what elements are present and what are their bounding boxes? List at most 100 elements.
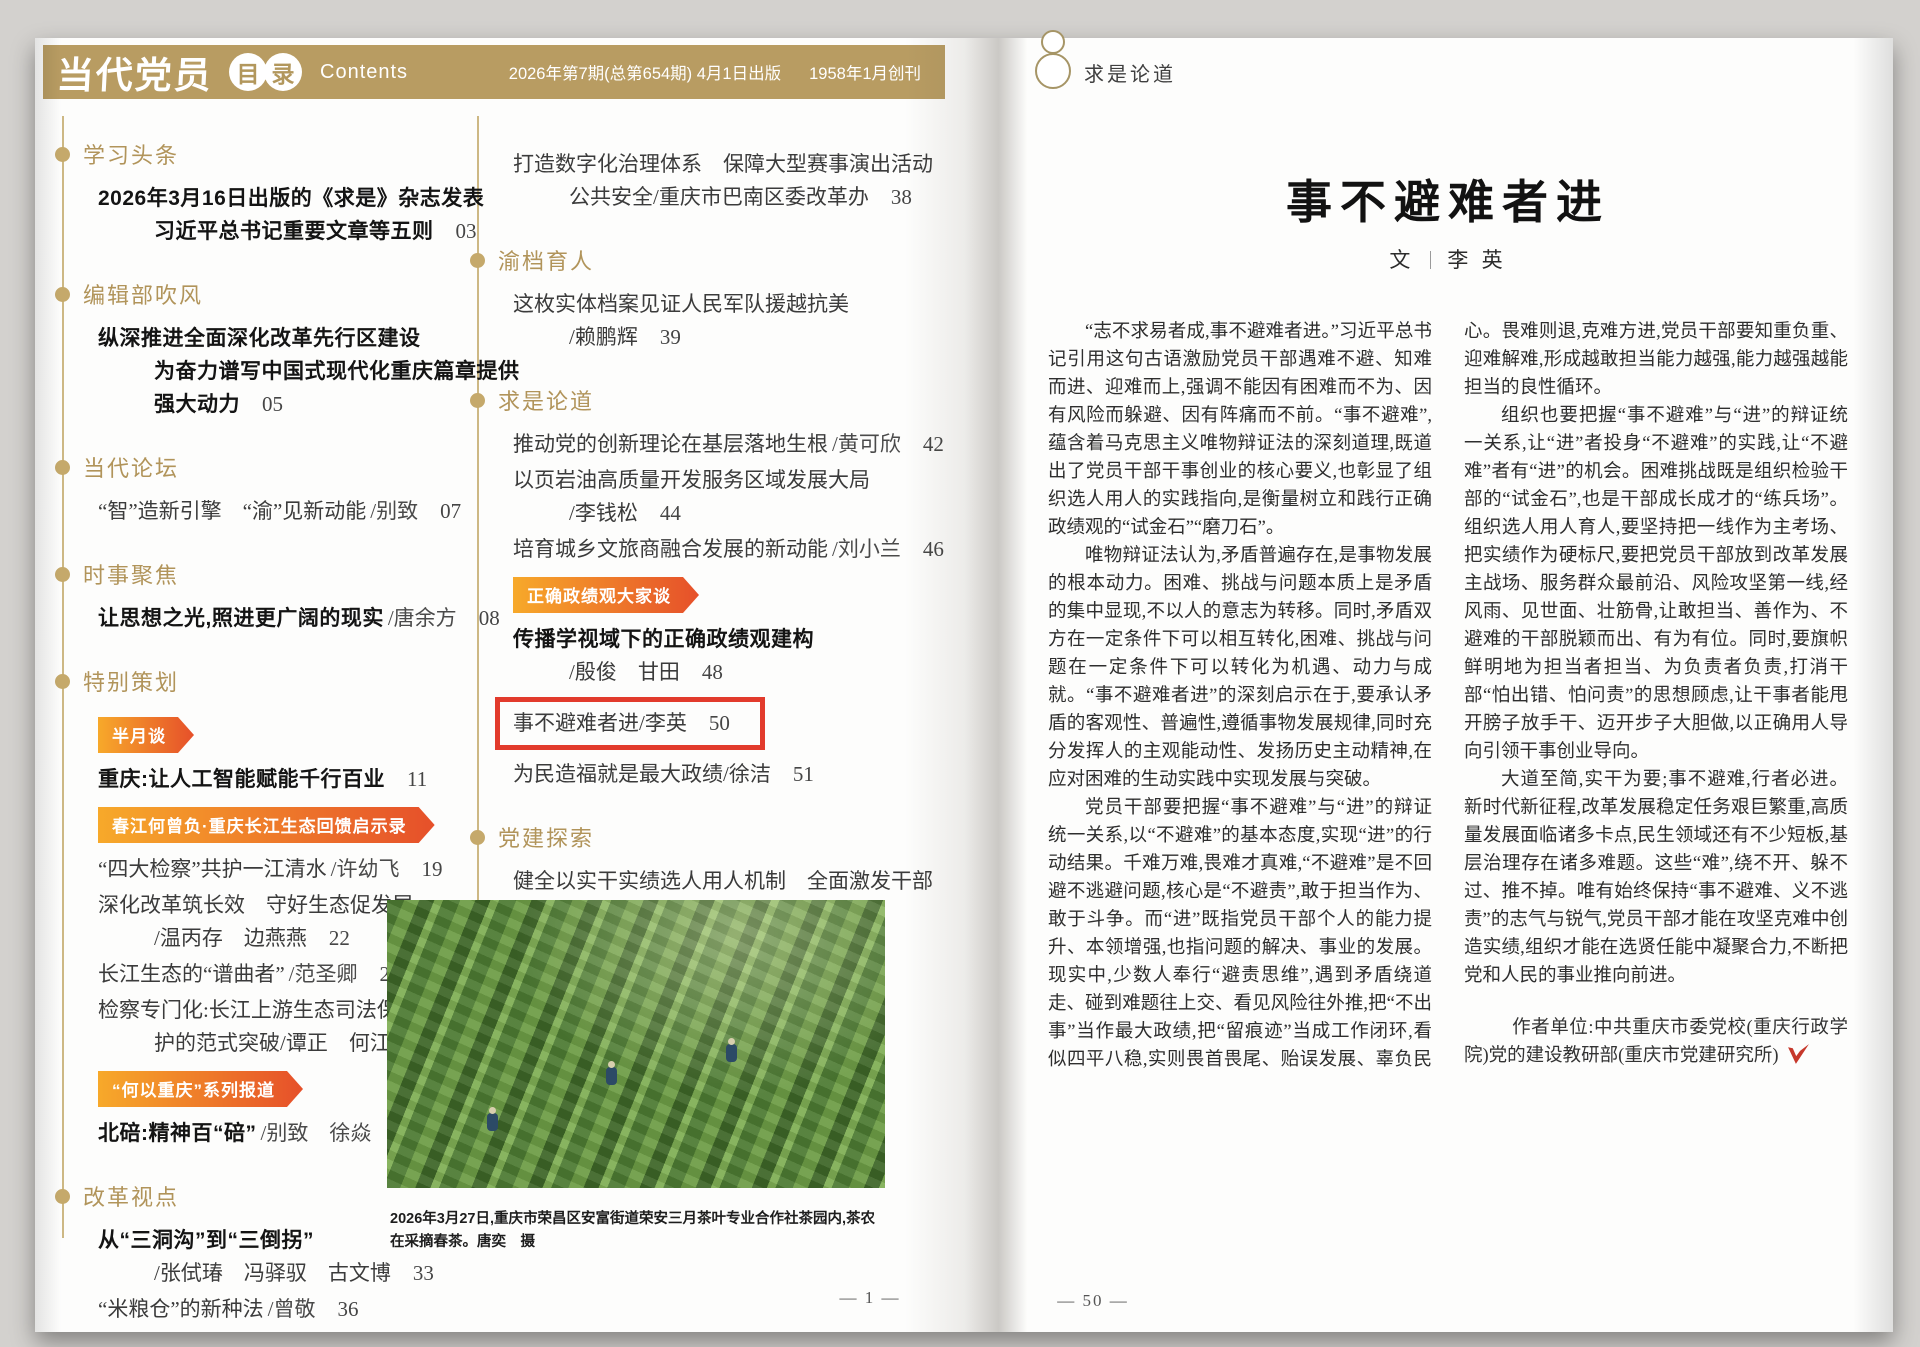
- byline-prefix: 文: [1389, 248, 1415, 272]
- toc-badge: 正确政绩观大家谈: [513, 577, 699, 613]
- section-bullet-icon: [55, 1188, 70, 1204]
- toc-entry-title: 健全以实干实绩选人用人机制 全面激发干部: [513, 869, 933, 893]
- toc-entry-title: 深化改革筑长效 守好生态促发展: [98, 893, 413, 917]
- toc-entry-title: /张侙瑃 冯驿驭 古文博: [154, 1261, 391, 1285]
- toc-entry-line: /张侙瑃 冯驿驭 古文博 33: [154, 1257, 434, 1290]
- article-paragraph: 唯物辩证法认为,矛盾普遍存在,是事物发展的根本动力。困难、挑战与问题本质上是矛盾…: [1048, 546, 1432, 790]
- toc-entry-title: 以页岩油高质量开发服务区域发展大局: [513, 468, 870, 492]
- toc-entry-line: 为奋力谱写中国式现代化重庆篇章提供: [154, 355, 519, 388]
- toc-entry-title: 北碚:精神百“碚”: [98, 1122, 257, 1145]
- right-page-number: — 50 —: [1057, 1291, 1129, 1310]
- toc-entry: 事不避难者进/李英 50: [470, 692, 910, 755]
- toc-entry-author: /别致: [370, 499, 419, 523]
- section-bullet-icon: [55, 673, 70, 689]
- left-page-number: — 1 —: [839, 1288, 901, 1307]
- toc-entry: 传播学视域下的正确政绩观建构/殷俊 甘田 48: [470, 623, 910, 689]
- section-tag: 求是论道: [1030, 26, 1176, 96]
- toc-entry-line: “四大检察”共护一江清水/许幼飞 19: [98, 853, 443, 886]
- toc-entry-page: 39: [659, 325, 681, 349]
- tea-picker-figure: [725, 1038, 737, 1062]
- toc-entry-line: “米粮仓”的新种法/曾敬 36: [98, 1293, 415, 1326]
- issue-line: 2026年第7期(总第654期) 4月1日出版: [508, 65, 782, 83]
- toc-entry-title: 让思想之光,照进更广阔的现实: [98, 607, 384, 630]
- toc-entry-title: 重庆:让人工智能赋能千行百业: [98, 768, 385, 791]
- toc-section-label: 时事聚焦: [83, 563, 180, 588]
- toc-entry: 深化改革筑长效 守好生态促发展/温丙存 边燕燕 22: [55, 889, 415, 955]
- toc-circle-2: 录: [264, 53, 302, 91]
- tea-rows-texture: [387, 900, 885, 1188]
- toc-section: 时事聚焦: [55, 558, 415, 590]
- toc-entry-page: 11: [407, 767, 428, 791]
- toc-entry-line: 2026年3月16日出版的《求是》杂志发表: [98, 182, 484, 215]
- toc-entry-line: 让思想之光,照进更广阔的现实/唐余方 08: [98, 602, 500, 635]
- gourd-outline-icon: [1035, 30, 1071, 89]
- issue-info: 2026年第7期(总第654期) 4月1日出版 1958年1月创刊: [509, 60, 921, 84]
- toc-entry: 检察专门化:长江上游生态司法保护的范式突破/谭正 何江26: [55, 994, 434, 1060]
- toc-entry: 培育城乡文旅商融合发展的新动能/刘小兰 46: [470, 533, 944, 566]
- toc-entry-author: /唐余方: [387, 606, 457, 630]
- magazine-spread-screenshot: 当代党员 目 录 Contents 2026年第7期(总第654期) 4月1日出…: [0, 0, 1920, 1347]
- toc-entry-title: /温丙存 边燕燕: [154, 926, 307, 950]
- toc-section: 特别策划: [55, 665, 415, 697]
- magazine-logo-icon: [1788, 1044, 1810, 1064]
- toc-entry-line: 事不避难者进/李英 50: [495, 692, 910, 755]
- section-bullet-icon: [55, 286, 70, 302]
- toc-entry: 长江生态的“谱曲者”/范圣卿23: [55, 958, 415, 991]
- toc-entry-line: /李钱松 44: [569, 497, 910, 530]
- toc-section: 学习头条: [55, 138, 415, 170]
- toc-entry-line: 健全以实干实绩选人用人机制 全面激发干部: [513, 865, 933, 898]
- toc-entry-author: /别致 徐焱: [260, 1121, 372, 1145]
- toc-entry-title: 培育城乡文旅商融合发展的新动能: [513, 537, 828, 561]
- toc-entry: 以页岩油高质量开发服务区域发展大局/李钱松 44: [470, 464, 910, 530]
- toc-title-icon: 目 录: [229, 53, 302, 91]
- toc-section: 改革视点: [55, 1180, 415, 1212]
- toc-entry-line: 传播学视域下的正确政绩观建构: [513, 623, 910, 656]
- toc-entry: 纵深推进全面深化改革先行区建设 为奋力谱写中国式现代化重庆篇章提供 强大动力 05: [55, 322, 519, 421]
- article-author-note: 作者单位:中共重庆市委党校(重庆行政学院)党的建设教研部(重庆市党建研究所): [1464, 1014, 1848, 1070]
- toc-section: 编辑部吹风: [55, 278, 415, 310]
- toc-entry-page: 46: [922, 537, 944, 561]
- toc-entry-line: 推动党的创新理论在基层落地生根/黄可欣 42: [513, 428, 944, 461]
- toc-entry-title: 长江生态的“谱曲者”: [98, 962, 285, 986]
- article-paragraph: “志不求易者成,事不避难者进。”习近平总书记引用这句古语激励党员干部遇难不避、知…: [1048, 322, 1432, 538]
- toc-entry: “四大检察”共护一江清水/许幼飞 19: [55, 853, 443, 886]
- toc-entry-title: /殷俊 甘田: [569, 660, 680, 684]
- toc-entry-page: 50: [708, 711, 730, 735]
- section-bullet-icon: [470, 392, 485, 408]
- toc-entry-page: 44: [659, 501, 681, 525]
- contents-header-band: 当代党员 目 录 Contents 2026年第7期(总第654期) 4月1日出…: [43, 45, 945, 99]
- toc-entry-line: 长江生态的“谱曲者”/范圣卿23: [98, 958, 415, 991]
- toc-entry-title: 这枚实体档案见证人民军队援越抗美: [513, 292, 849, 316]
- toc-entry-line: 护的范式突破/谭正 何江26: [154, 1027, 434, 1060]
- toc-entry-title: 为民造福就是最大政绩/徐洁: [513, 762, 771, 786]
- highlight-red-box: 事不避难者进/李英 50: [495, 697, 765, 750]
- toc-column-1: 学习头条 2026年3月16日出版的《求是》杂志发表 习近平总书记重要文章等五则 03…: [55, 138, 519, 1329]
- founded-line: 1958年1月创刊: [809, 65, 921, 83]
- section-tag-label: 求是论道: [1084, 63, 1176, 86]
- article-body: “志不求易者成,事不避难者进。”习近平总书记引用这句古语激励党员干部遇难不避、知…: [1048, 318, 1848, 1100]
- toc-entry-title: 事不避难者进/李英: [513, 711, 687, 735]
- toc-section: 渝档育人: [470, 244, 910, 276]
- photo-caption: 2026年3月27日,重庆市荣昌区安富街道荣安三月茶叶专业合作社茶园内,茶农 在…: [390, 1208, 930, 1254]
- toc-section-label: 求是论道: [498, 389, 595, 414]
- toc-entry-line: 培育城乡文旅商融合发展的新动能/刘小兰 46: [513, 533, 944, 566]
- toc-section-label: 党建探索: [498, 826, 595, 851]
- toc-entry-page: 22: [328, 926, 350, 950]
- toc-entry-author: /刘小兰: [832, 537, 901, 561]
- toc-entry-line: 从“三洞沟”到“三倒拐”: [98, 1224, 415, 1257]
- toc-entry-line: 检察专门化:长江上游生态司法保: [98, 994, 415, 1027]
- article-paragraph: 大道至简,实干为要;事不避难,行者必进。新时代新征程,改革发展稳定任务艰巨繁重,…: [1464, 770, 1848, 986]
- article-byline: 文李 英: [1048, 244, 1848, 274]
- toc-entry-author: /范圣卿: [288, 962, 358, 986]
- article-paragraph: 组织也要把握“事不避难”与“进”的辩证统一关系,让“进”者投身“不避难”的实践,…: [1464, 406, 1848, 762]
- toc-entry-page: 38: [890, 185, 912, 209]
- toc-entry-page: 07: [440, 499, 462, 523]
- toc-entry-line: 这枚实体档案见证人民军队援越抗美: [513, 288, 910, 321]
- toc-entry-title: “智”造新引擎 “渝”见新动能: [98, 499, 367, 523]
- toc-entry-line: /温丙存 边燕燕 22: [154, 922, 415, 955]
- toc-entry-page: 51: [792, 762, 814, 786]
- toc-section-label: 当代论坛: [83, 456, 180, 481]
- toc-circle-1: 目: [229, 53, 267, 91]
- toc-entry-page: 42: [922, 432, 944, 456]
- toc-badge: “何以重庆”系列报道: [98, 1071, 303, 1107]
